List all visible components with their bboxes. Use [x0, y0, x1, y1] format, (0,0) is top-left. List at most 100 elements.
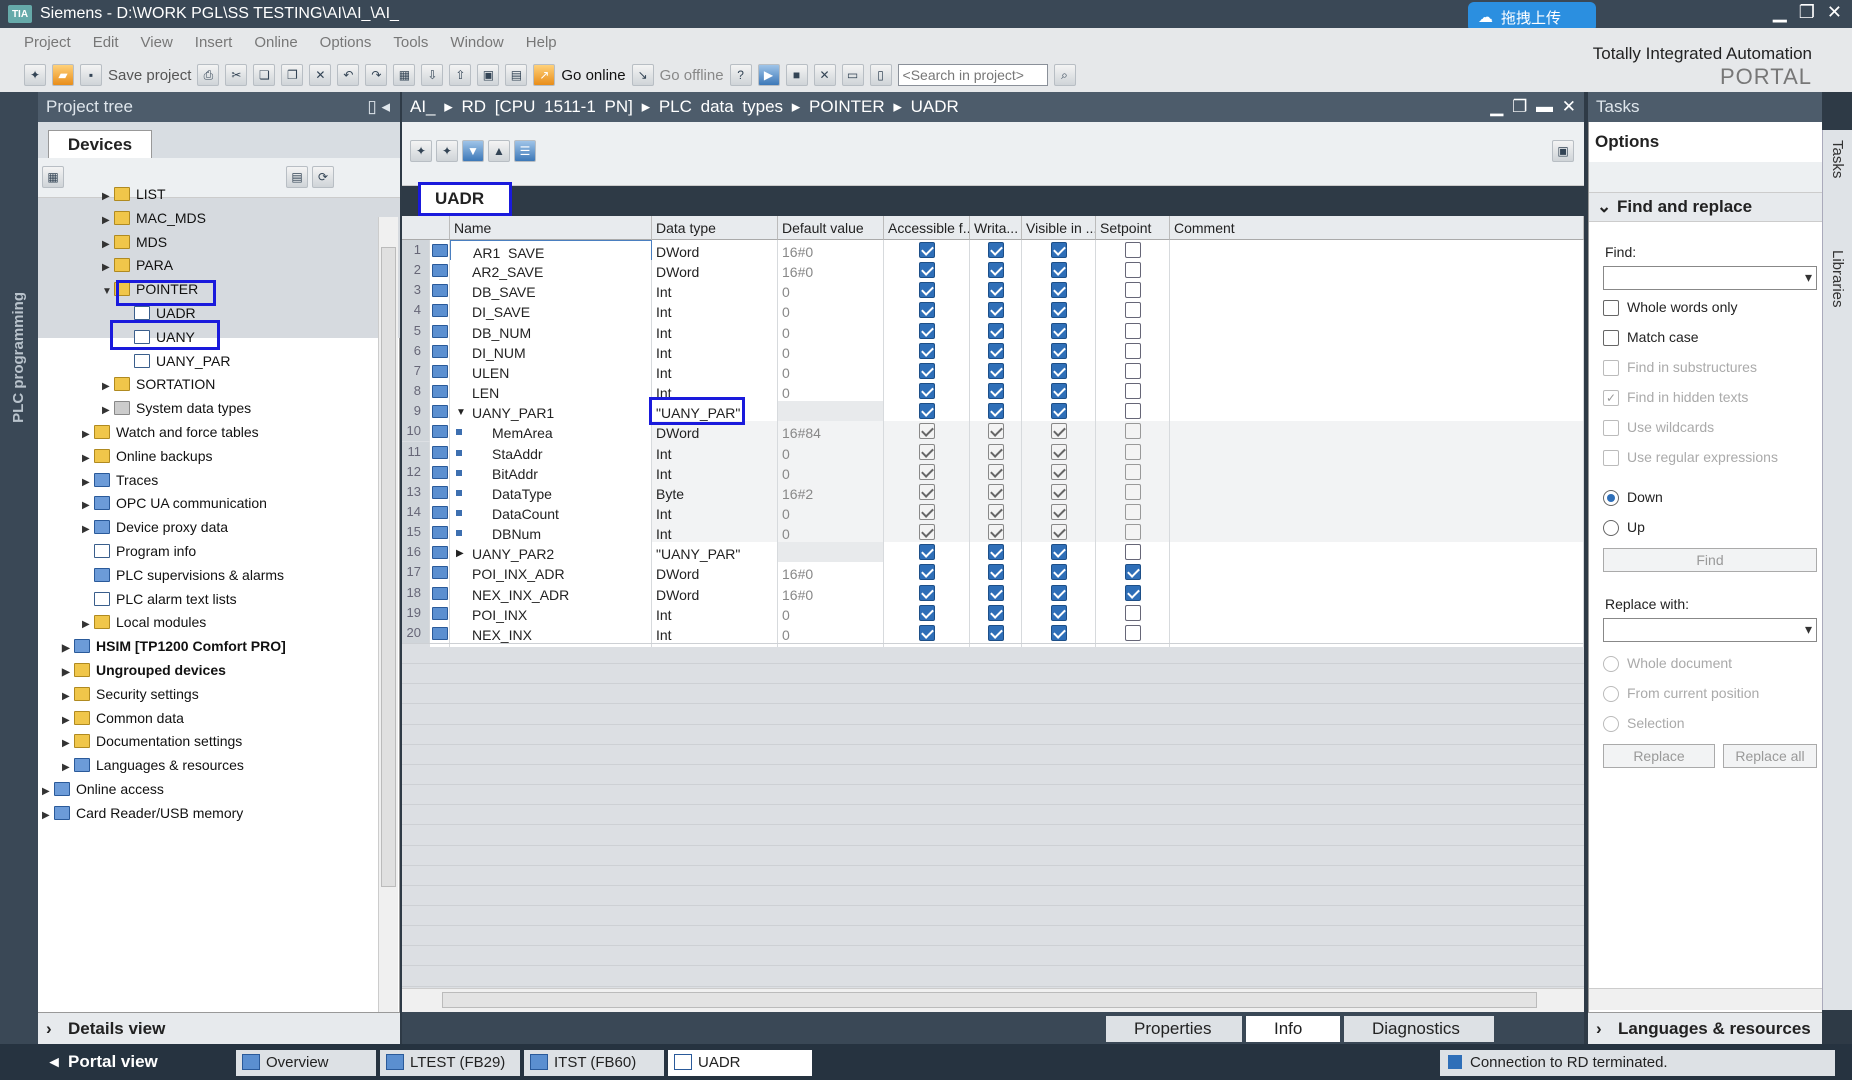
checkbox[interactable] [919, 342, 935, 359]
plc-programming-tab[interactable]: PLC programming [10, 292, 27, 423]
task-itst[interactable]: ITST (FB60) [524, 1050, 664, 1076]
checkbox[interactable] [988, 564, 1004, 581]
save-icon[interactable]: ▪ [80, 64, 102, 86]
checkbox[interactable] [919, 524, 935, 541]
option-checkbox[interactable] [1603, 420, 1619, 436]
scroll-thumb[interactable] [381, 247, 396, 887]
checkbox[interactable] [1051, 282, 1067, 299]
details-view-bar[interactable]: › Details view [38, 1012, 400, 1044]
undo-icon[interactable]: ↶ [337, 64, 360, 86]
checkbox[interactable] [1125, 443, 1141, 460]
tree-item[interactable]: ▶ MAC_MDS [102, 206, 206, 230]
checkbox[interactable] [919, 624, 935, 641]
checkbox[interactable] [1125, 242, 1141, 258]
checkbox[interactable] [919, 383, 935, 400]
tree-item[interactable]: PLC supervisions & alarms [82, 563, 284, 587]
menu-insert[interactable]: Insert [195, 34, 233, 51]
tree-item[interactable]: ▶ Local modules [82, 610, 206, 634]
tree-item[interactable]: ▶ LIST [102, 182, 166, 206]
menu-help[interactable]: Help [526, 34, 557, 51]
cross-reference-icon[interactable]: ✕ [813, 64, 836, 86]
checkbox[interactable] [988, 584, 1004, 601]
tree-item[interactable]: ▶ Languages & resources [62, 753, 244, 777]
checkbox[interactable] [988, 524, 1004, 541]
option-checkbox[interactable] [1603, 330, 1619, 346]
list-icon[interactable]: ☰ [514, 140, 536, 162]
go-online-button[interactable]: Go online [561, 67, 625, 84]
tasks-scrollbar[interactable] [1589, 988, 1823, 1010]
checkbox[interactable] [919, 544, 935, 561]
table-row[interactable]: 2 AR2_SAVE DWord 16#0 [402, 260, 1584, 285]
checkbox[interactable] [988, 342, 1004, 359]
checkbox[interactable] [1125, 524, 1141, 541]
print-icon[interactable]: ⎙ [197, 64, 220, 86]
column-header[interactable]: Default value [778, 216, 884, 240]
checkbox[interactable] [1051, 342, 1067, 359]
checkbox[interactable] [1125, 604, 1141, 621]
checkbox[interactable] [1125, 322, 1141, 339]
checkbox[interactable] [988, 383, 1004, 400]
find-replace-section[interactable]: ⌄ Find and replace [1589, 192, 1823, 222]
insert-row-icon[interactable]: ✦ [410, 140, 432, 162]
column-header[interactable]: Setpoint [1096, 216, 1170, 240]
checkbox[interactable] [919, 584, 935, 601]
checkbox[interactable] [1125, 544, 1141, 561]
start-cpu-icon[interactable]: ▶ [757, 64, 780, 86]
minimize-icon[interactable]: ▁ [1773, 2, 1787, 23]
table-row[interactable]: 4 DI_SAVE Int 0 [402, 300, 1584, 325]
checkbox[interactable] [1125, 302, 1141, 319]
table-row[interactable]: 8 LEN Int 0 [402, 381, 1584, 406]
scroll-thumb[interactable] [442, 992, 1537, 1008]
go-offline-icon[interactable]: ↘ [631, 64, 654, 86]
table-row[interactable]: 13 DataType Byte 16#2 [402, 481, 1584, 506]
scope-whole-radio[interactable] [1603, 656, 1619, 672]
tree-item[interactable]: ▶ HSIM [TP1200 Comfort PRO] [62, 634, 286, 658]
replace-button[interactable]: Replace [1603, 744, 1715, 768]
tree-item[interactable]: Program info [82, 539, 196, 563]
checkbox[interactable] [988, 262, 1004, 279]
checkbox[interactable] [1125, 624, 1141, 641]
table-row[interactable]: 12 BitAddr Int 0 [402, 461, 1584, 486]
chevron-down-icon[interactable]: ▼ [102, 280, 114, 304]
checkbox[interactable] [988, 483, 1004, 500]
task-overview[interactable]: Overview [236, 1050, 376, 1076]
checkbox[interactable] [1051, 624, 1067, 641]
checkbox[interactable] [919, 282, 935, 299]
copy-icon[interactable]: ❏ [253, 64, 276, 86]
editor-window-controls[interactable]: ▁ ❐ ▬ ✕ [1490, 92, 1576, 122]
tree-item[interactable]: ▶ Security settings [62, 682, 199, 706]
checkbox[interactable] [988, 362, 1004, 379]
checkbox[interactable] [988, 463, 1004, 480]
checkbox[interactable] [988, 624, 1004, 641]
tree-item[interactable]: ▶ SORTATION [102, 372, 215, 396]
direction-down-radio[interactable] [1603, 490, 1619, 506]
checkbox[interactable] [1125, 483, 1141, 500]
checkbox[interactable] [988, 544, 1004, 561]
checkbox[interactable] [919, 423, 935, 440]
side-tab-tasks[interactable]: Tasks [1829, 140, 1846, 178]
checkbox[interactable] [988, 503, 1004, 520]
table-row[interactable]: 5 DB_NUM Int 0 [402, 320, 1584, 345]
checkbox[interactable] [988, 302, 1004, 319]
task-uadr[interactable]: UADR [668, 1050, 812, 1076]
checkbox[interactable] [919, 443, 935, 460]
compile-icon[interactable]: ▦ [393, 64, 416, 86]
checkbox[interactable] [988, 443, 1004, 460]
tree-item[interactable]: ▶ Online access [42, 777, 164, 801]
checkbox[interactable] [1051, 524, 1067, 541]
checkbox[interactable] [988, 242, 1004, 258]
checkbox[interactable] [1051, 564, 1067, 581]
table-row[interactable]: 16 ▶ UANY_PAR2 "UANY_PAR" [402, 542, 1584, 567]
checkbox[interactable] [1051, 383, 1067, 400]
table-row[interactable]: 17 POI_INX_ADR DWord 16#0 [402, 562, 1584, 587]
tree-item[interactable]: ▶ PARA [102, 253, 173, 277]
stop-cpu-icon[interactable]: ■ [785, 64, 808, 86]
go-offline-button[interactable]: Go offline [660, 67, 724, 84]
save-project-button[interactable]: Save project [108, 67, 191, 84]
checkbox[interactable] [1051, 443, 1067, 460]
checkbox[interactable] [919, 463, 935, 480]
close-icon[interactable]: ✕ [1827, 2, 1842, 23]
checkbox[interactable] [1051, 604, 1067, 621]
new-project-icon[interactable]: ✦ [24, 64, 46, 86]
column-header[interactable]: Accessible f... [884, 216, 970, 240]
